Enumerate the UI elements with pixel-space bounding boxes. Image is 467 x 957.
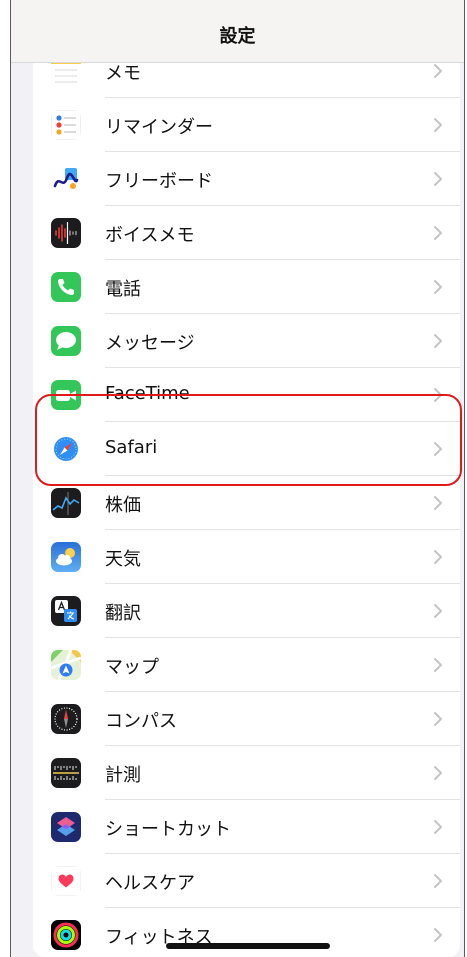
- reminders-icon: [51, 110, 81, 140]
- chevron-right-icon: [430, 764, 446, 782]
- health-icon: [51, 866, 81, 896]
- settings-row-label: コンパス: [105, 711, 177, 732]
- settings-row-freeform[interactable]: フリーボード: [33, 152, 460, 206]
- page-title: 設定: [219, 26, 256, 47]
- settings-row-label: ショートカット: [105, 819, 231, 840]
- settings-row-label: フリーボード: [105, 171, 213, 192]
- chevron-right-icon: [430, 494, 446, 512]
- safari-row-highlight: [35, 394, 462, 486]
- chevron-right-icon: [430, 602, 446, 620]
- settings-row-label: 翻訳: [105, 603, 141, 624]
- settings-list[interactable]: メモ リマインダー フリーボード ボイスメモ 電話 メッセージ FaceTime…: [33, 44, 460, 957]
- chevron-right-icon: [430, 332, 446, 350]
- measure-icon: [51, 758, 81, 788]
- screen: 設定 メモ リマインダー フリーボード ボイスメモ 電話 メッセージ FaceT…: [0, 0, 467, 957]
- settings-row-label: 天気: [105, 549, 141, 570]
- translate-icon: [51, 596, 81, 626]
- chevron-right-icon: [430, 710, 446, 728]
- settings-row-label: ボイスメモ: [105, 225, 195, 246]
- settings-row-label: マップ: [105, 657, 159, 678]
- chevron-right-icon: [430, 116, 446, 134]
- settings-row-voice-memos[interactable]: ボイスメモ: [33, 206, 460, 260]
- chevron-right-icon: [430, 818, 446, 836]
- messages-icon: [51, 326, 81, 356]
- shortcuts-icon: [51, 812, 81, 842]
- fitness-icon: [51, 920, 81, 950]
- settings-row-label: ヘルスケア: [105, 873, 195, 894]
- settings-row-compass[interactable]: コンパス: [33, 692, 460, 746]
- settings-row-weather[interactable]: 天気: [33, 530, 460, 584]
- navigation-bar: 設定: [11, 0, 464, 63]
- chevron-right-icon: [430, 62, 446, 80]
- chevron-right-icon: [430, 278, 446, 296]
- chevron-right-icon: [430, 872, 446, 890]
- freeform-icon: [51, 164, 81, 194]
- settings-row-health[interactable]: ヘルスケア: [33, 854, 460, 908]
- home-indicator[interactable]: [166, 943, 330, 949]
- stocks-icon: [51, 488, 81, 518]
- settings-row-fitness[interactable]: フィットネス: [33, 908, 460, 957]
- voice-memos-icon: [51, 218, 81, 248]
- settings-row-label: リマインダー: [105, 117, 213, 138]
- settings-row-measure[interactable]: 計測: [33, 746, 460, 800]
- settings-row-reminders[interactable]: リマインダー: [33, 98, 460, 152]
- maps-icon: [51, 650, 81, 680]
- settings-row-label: 計測: [105, 765, 141, 786]
- settings-row-label: 電話: [105, 279, 141, 300]
- chevron-right-icon: [430, 170, 446, 188]
- phone-icon: [51, 272, 81, 302]
- chevron-right-icon: [430, 224, 446, 242]
- settings-row-shortcuts[interactable]: ショートカット: [33, 800, 460, 854]
- chevron-right-icon: [430, 656, 446, 674]
- settings-row-messages[interactable]: メッセージ: [33, 314, 460, 368]
- settings-row-label: メッセージ: [105, 333, 195, 354]
- chevron-right-icon: [430, 926, 446, 944]
- settings-row-label: 株価: [105, 495, 141, 516]
- settings-row-translate[interactable]: 翻訳: [33, 584, 460, 638]
- settings-row-maps[interactable]: マップ: [33, 638, 460, 692]
- settings-row-phone[interactable]: 電話: [33, 260, 460, 314]
- compass-icon: [51, 704, 81, 734]
- weather-icon: [51, 542, 81, 572]
- chevron-right-icon: [430, 548, 446, 566]
